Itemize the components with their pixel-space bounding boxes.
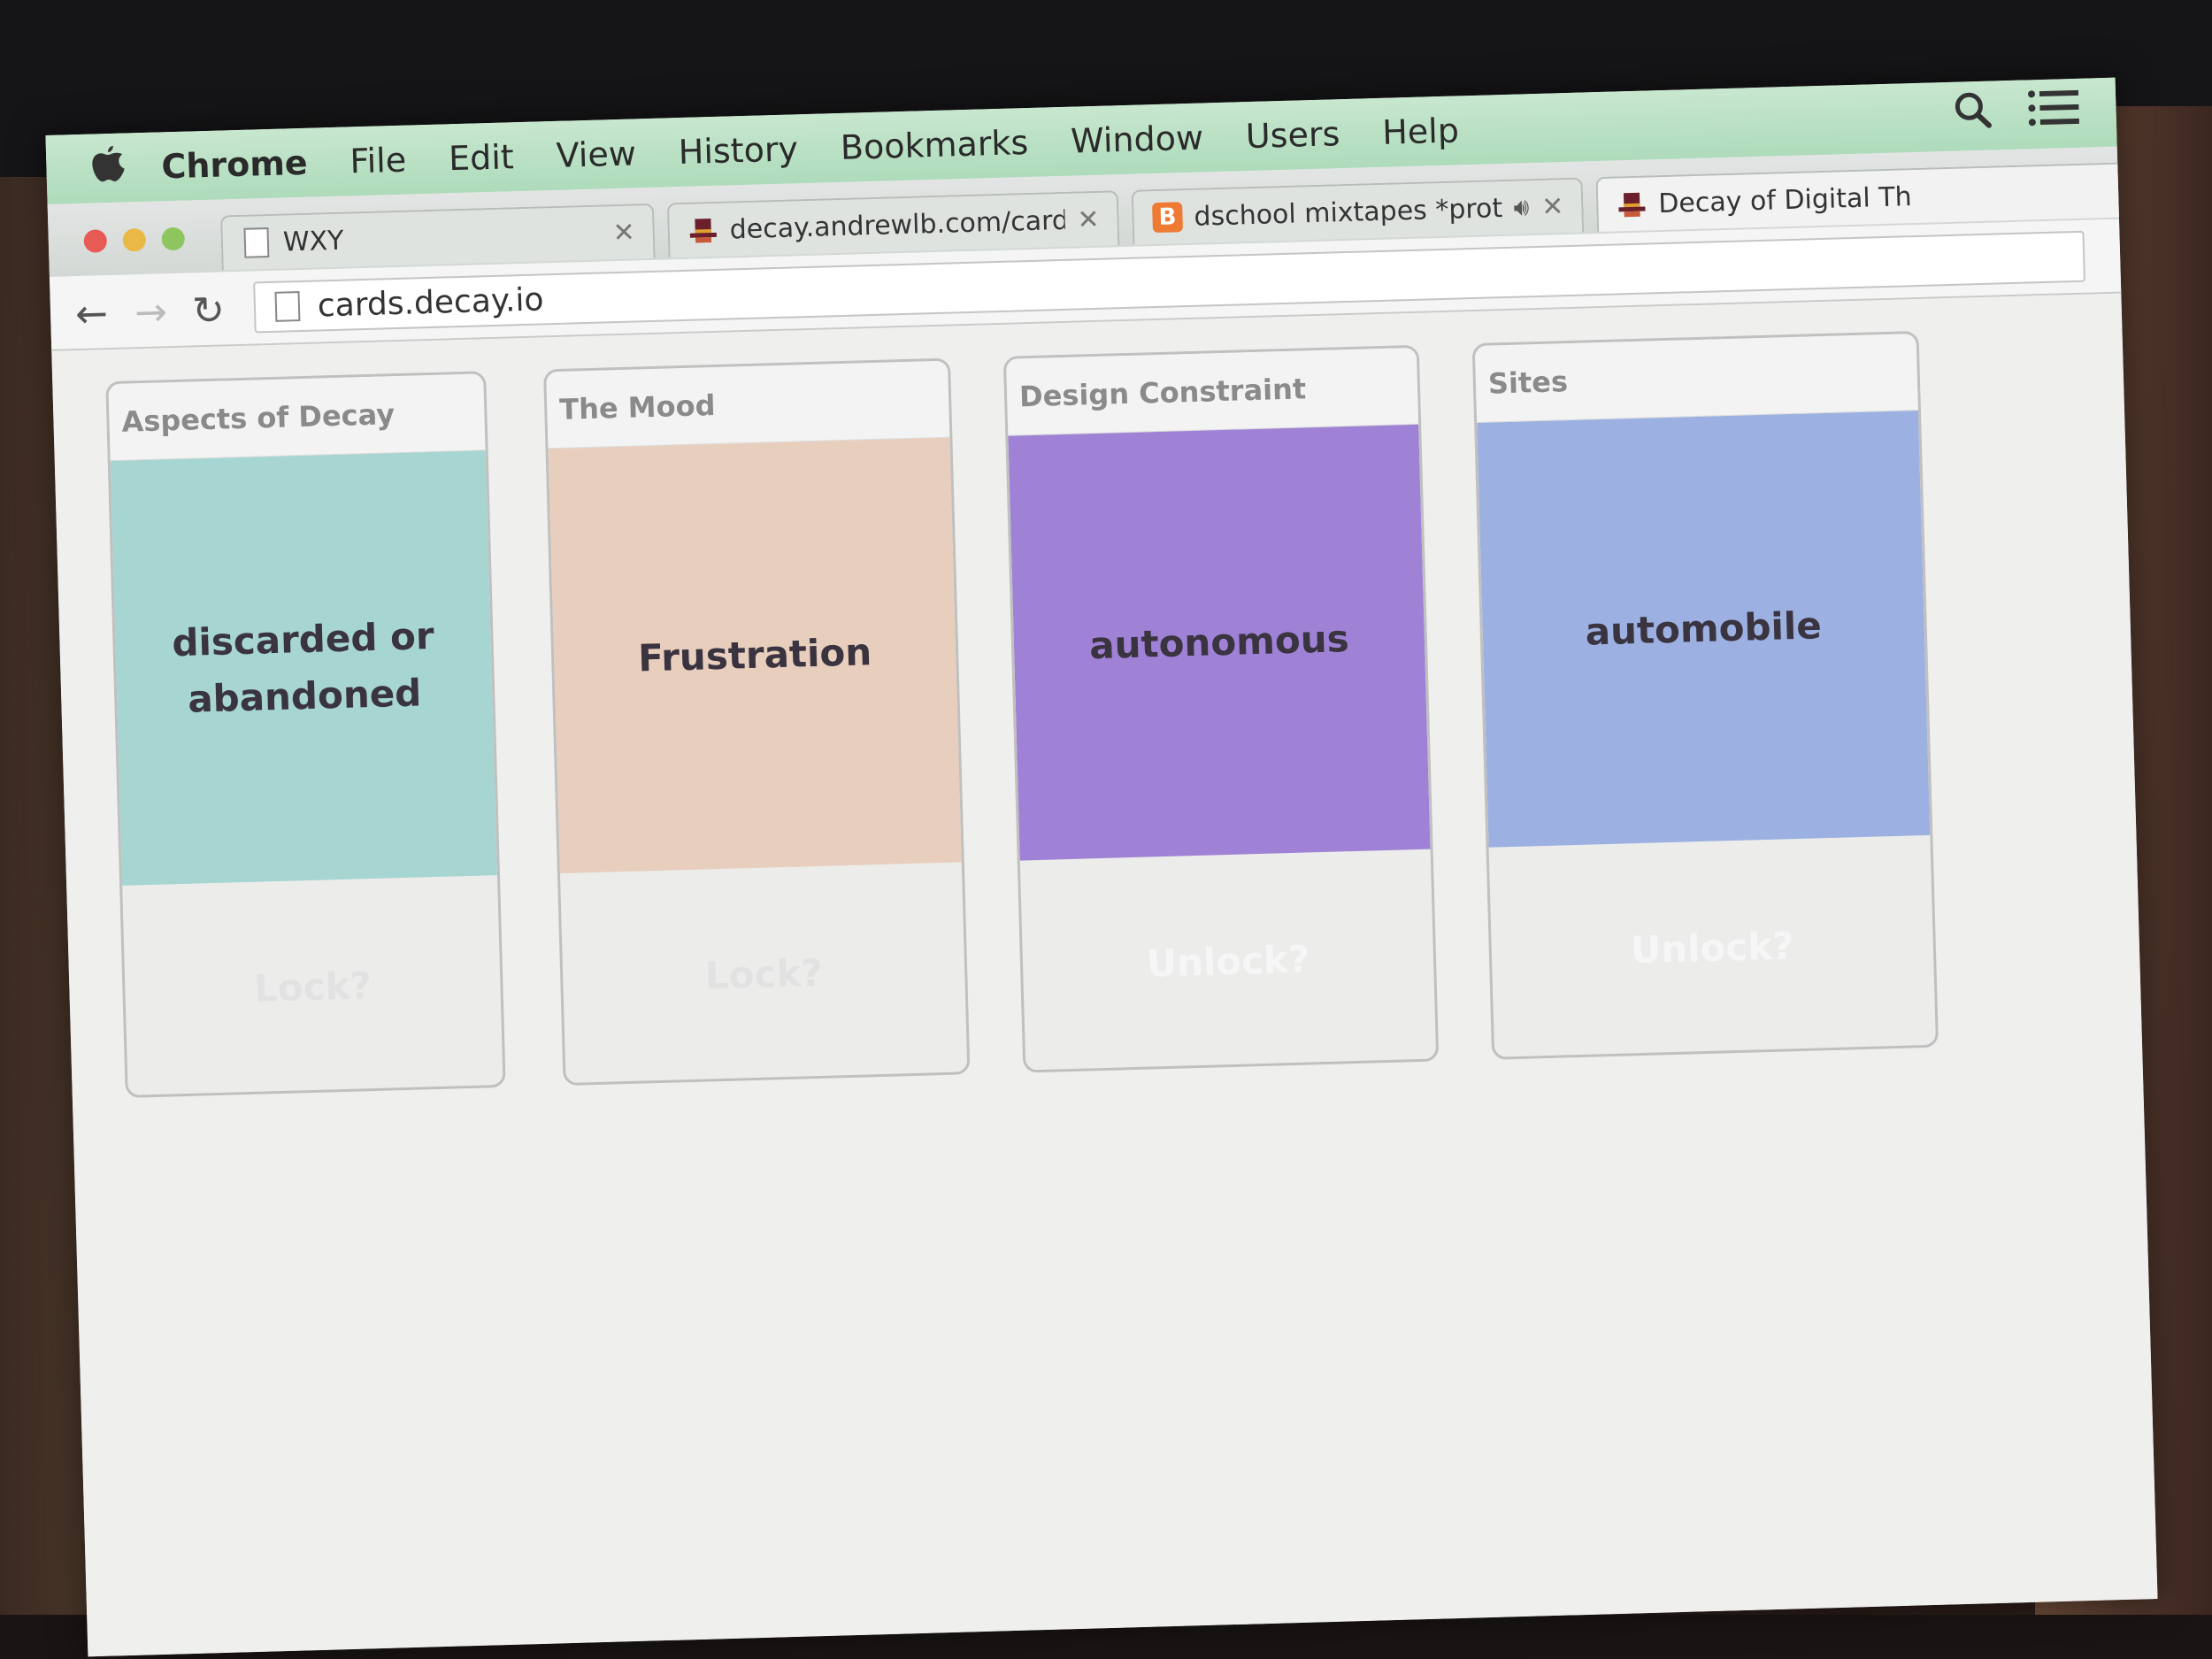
close-window-button[interactable] [83, 229, 108, 253]
forward-arrow-icon[interactable]: → [134, 289, 167, 335]
page-icon [240, 227, 273, 259]
card-aspects-of-decay[interactable]: Aspects of Decay discarded or abandoned … [105, 371, 506, 1098]
card-value: autonomous [1008, 424, 1431, 861]
menu-users[interactable]: Users [1245, 114, 1340, 156]
card-value: Frustration [548, 437, 962, 874]
url-input[interactable] [315, 264, 1117, 326]
card-category: Design Constraint [1005, 347, 1419, 436]
tab-title: WXY [282, 225, 344, 258]
menu-chrome[interactable]: Chrome [161, 143, 308, 187]
menu-view[interactable]: View [556, 134, 636, 175]
tab-title: dschool mixtapes *prot [1194, 192, 1503, 233]
tab-title: decay.andrewlb.com/card [729, 204, 1065, 245]
window-controls [83, 227, 186, 253]
tab-dschool-mixtapes[interactable]: B dschool mixtapes *prot 🔊︎ ✕ [1131, 177, 1585, 245]
close-tab-icon[interactable]: ✕ [1541, 191, 1564, 223]
apple-icon[interactable] [81, 143, 135, 193]
hat-icon [1616, 188, 1648, 220]
zoom-window-button[interactable] [161, 227, 186, 251]
card-category: Aspects of Decay [108, 373, 486, 462]
menu-bookmarks[interactable]: Bookmarks [840, 123, 1028, 167]
spotlight-search-icon[interactable] [1953, 90, 1993, 130]
card-category: Sites [1474, 334, 1918, 423]
lock-button[interactable]: Lock? [122, 875, 503, 1098]
menu-file[interactable]: File [349, 141, 407, 181]
notification-list-icon[interactable] [2027, 88, 2081, 128]
menu-help[interactable]: Help [1382, 111, 1460, 151]
tab-decay-andrewlb[interactable]: decay.andrewlb.com/card ✕ [666, 190, 1120, 258]
page-icon [274, 291, 301, 322]
card-the-mood[interactable]: The Mood Frustration Lock? [543, 357, 971, 1087]
unlock-button[interactable]: Unlock? [1489, 835, 1937, 1060]
menu-history[interactable]: History [678, 129, 798, 172]
reload-icon[interactable]: ↻ [191, 288, 225, 334]
unlock-button[interactable]: Unlock? [1020, 849, 1437, 1073]
card-sites[interactable]: Sites automobile Unlock? [1471, 330, 1939, 1060]
lock-button[interactable]: Lock? [560, 862, 968, 1086]
minimize-window-button[interactable] [122, 227, 147, 252]
blogger-icon: B [1151, 201, 1184, 234]
page-content: Aspects of Decay discarded or abandoned … [51, 293, 2158, 1657]
tab-title: Decay of Digital Th [1657, 180, 1913, 219]
card-value: discarded or abandoned [110, 450, 497, 886]
card-value: automobile [1477, 411, 1931, 848]
speaker-icon[interactable]: 🔊︎ [1513, 192, 1530, 222]
projected-screen: Chrome File Edit View History Bookmarks … [45, 77, 2158, 1657]
back-arrow-icon[interactable]: ← [74, 291, 108, 337]
tab-wxy[interactable]: WXY ✕ [220, 203, 656, 271]
card-category: The Mood [546, 360, 950, 449]
menu-edit[interactable]: Edit [448, 137, 514, 178]
card-design-constraint[interactable]: Design Constraint autonomous Unlock? [1002, 344, 1440, 1073]
close-tab-icon[interactable]: ✕ [612, 217, 635, 249]
close-tab-icon[interactable]: ✕ [1077, 204, 1100, 235]
menu-window[interactable]: Window [1071, 118, 1204, 160]
hat-icon [687, 214, 719, 247]
